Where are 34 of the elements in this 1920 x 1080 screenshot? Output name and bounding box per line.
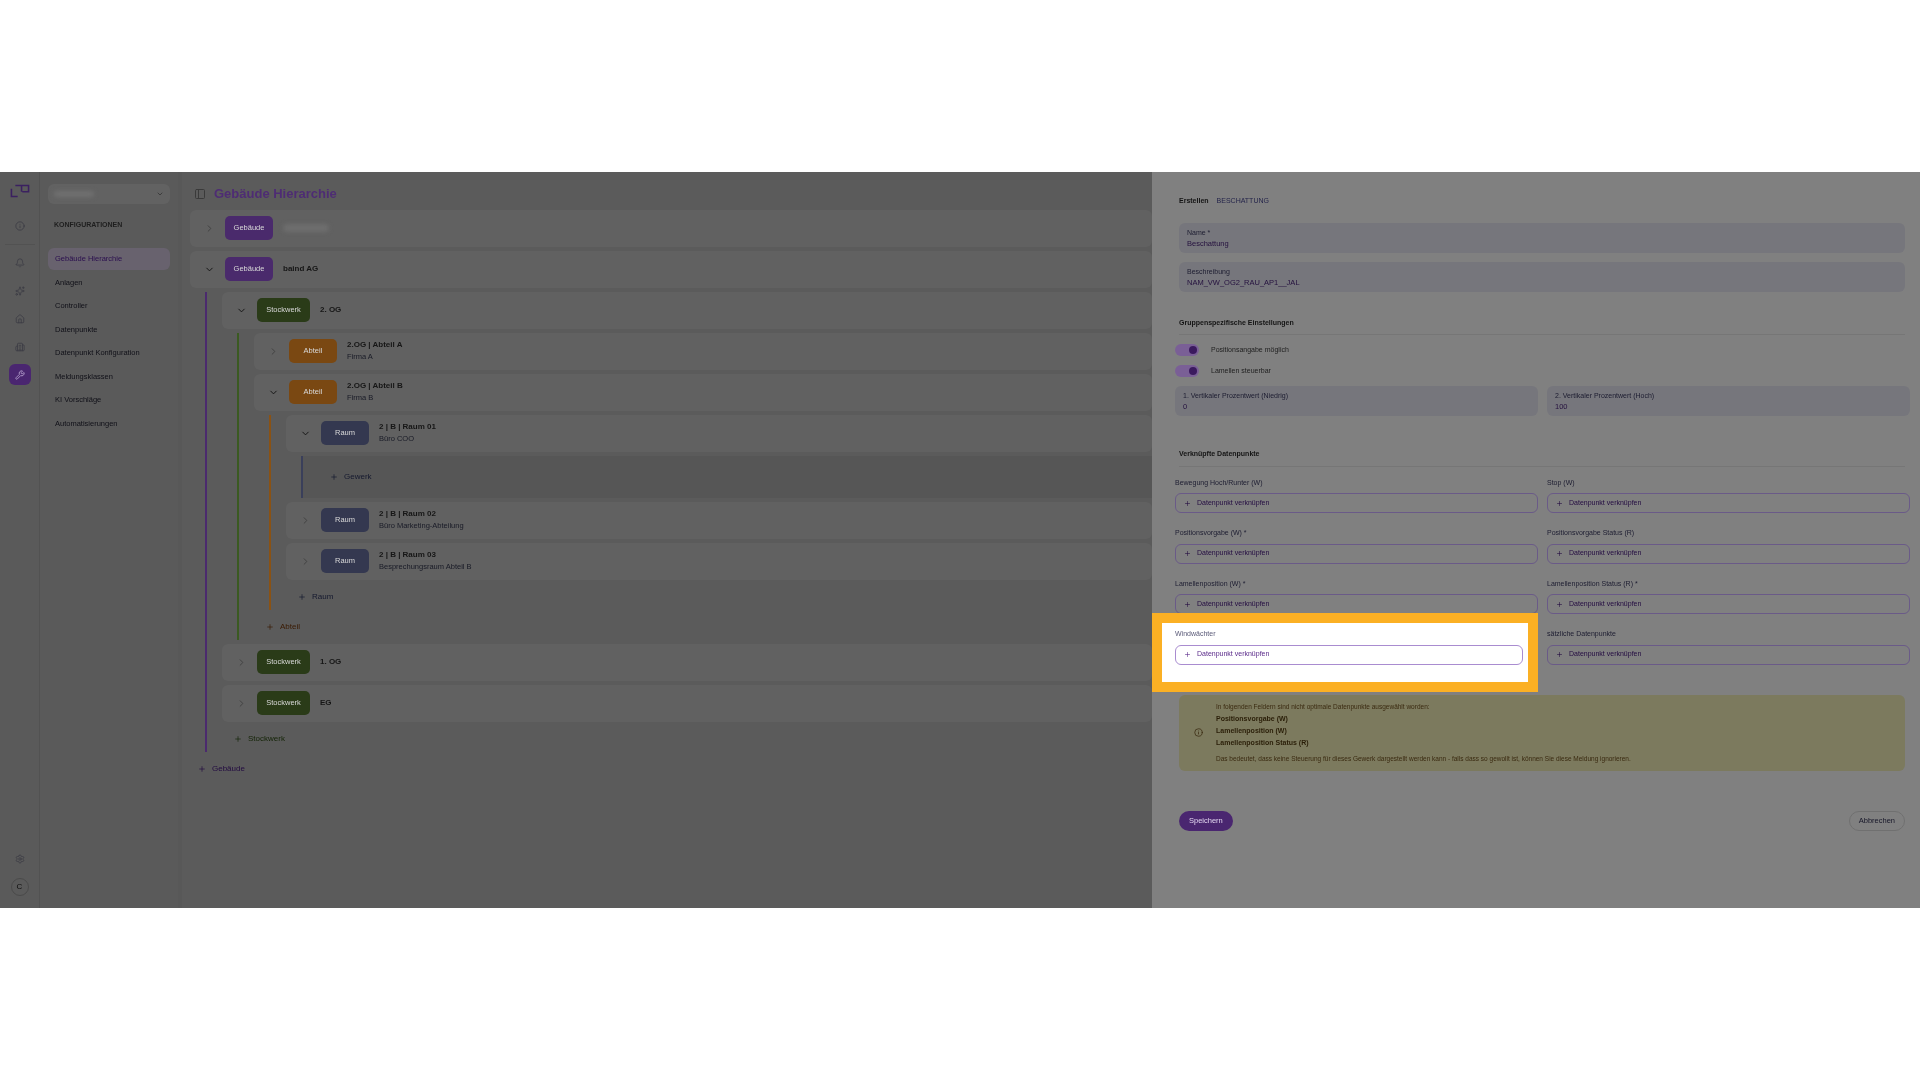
wrench-icon[interactable] <box>8 364 31 385</box>
toggle-switch[interactable] <box>1175 365 1199 377</box>
plus-icon <box>298 592 306 601</box>
toggle-switch[interactable] <box>1175 344 1199 356</box>
logo-icon <box>9 184 30 198</box>
settings-icon[interactable] <box>14 854 25 864</box>
node-name: 2.OG | Abteil B <box>347 380 403 392</box>
add-link[interactable]: Abteil <box>254 613 1152 640</box>
sidebar-toggle-icon[interactable] <box>194 187 206 200</box>
add-link[interactable]: Stockwerk <box>222 725 1152 752</box>
plus-icon <box>1184 499 1191 507</box>
plus-icon <box>198 764 206 773</box>
node-name: 2.OG | Abteil A <box>347 339 403 351</box>
node-name: 1. OG <box>320 656 342 668</box>
plus-icon <box>234 734 242 743</box>
caret-icon <box>156 190 164 198</box>
plus-icon <box>1556 550 1563 557</box>
node-name: 2. OG <box>320 304 342 316</box>
plus-icon <box>1184 600 1191 608</box>
node-name: 2 | B | Raum 03 <box>379 549 437 561</box>
info-icon <box>1194 728 1203 737</box>
node-name: 2 | B | Raum 02 <box>379 508 437 520</box>
plus-icon <box>330 472 338 481</box>
add-link[interactable]: Gebäude <box>190 755 1152 782</box>
plus-icon <box>1184 651 1191 658</box>
plus-icon <box>1556 499 1563 507</box>
plus-icon <box>1556 600 1563 608</box>
plus-icon <box>1184 550 1191 557</box>
plus-icon <box>266 622 274 631</box>
plus-icon <box>1556 651 1563 658</box>
node-name: EG <box>320 697 332 709</box>
node-name: 2 | B | Raum 01 <box>379 421 436 433</box>
workspace-dropdown[interactable] <box>48 184 170 204</box>
node-name: baind AG <box>283 263 319 275</box>
